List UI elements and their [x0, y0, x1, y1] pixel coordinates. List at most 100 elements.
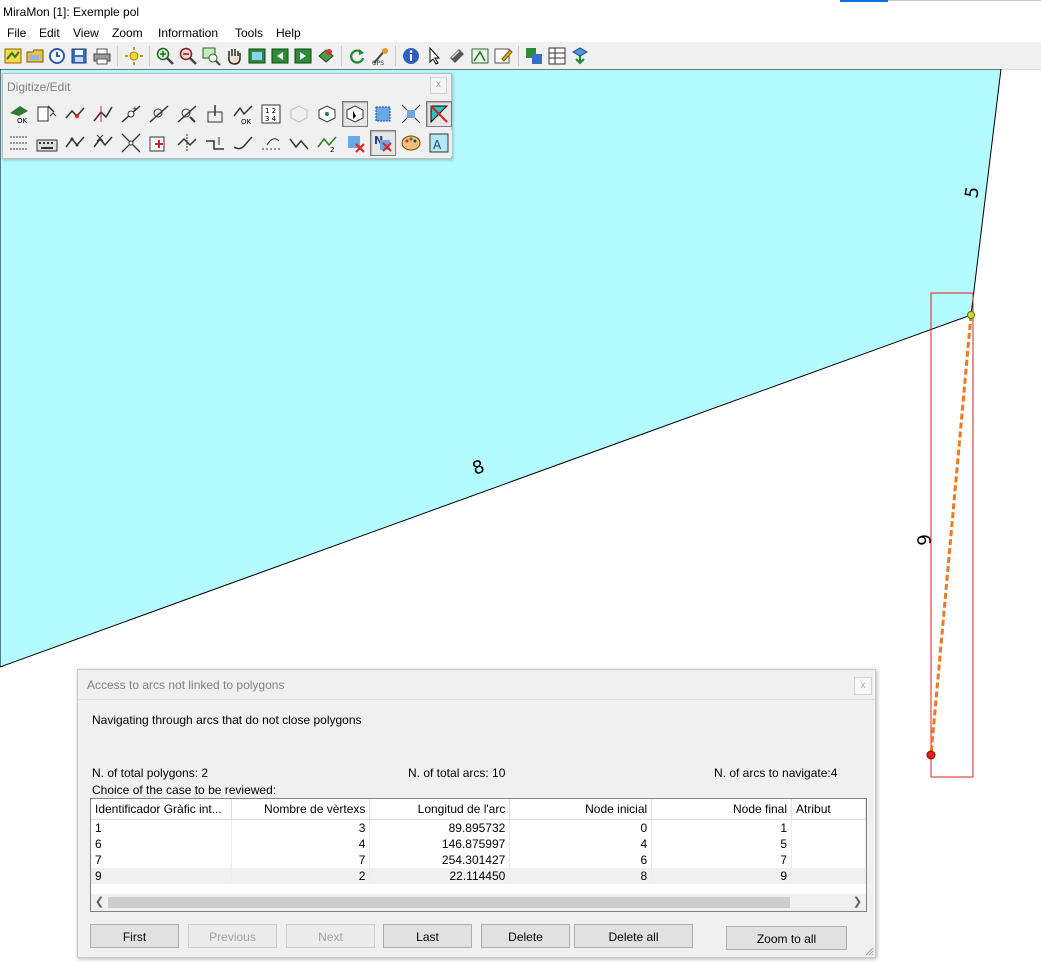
add-polygon-icon[interactable]	[146, 130, 172, 156]
move-node-icon[interactable]	[146, 101, 172, 127]
coordinates-icon[interactable]: GPS	[370, 46, 390, 66]
add-arc-icon[interactable]	[62, 101, 88, 127]
menu-edit[interactable]: Edit	[39, 26, 60, 40]
column-header-vertices[interactable]: Nombre de vèrtexs	[231, 799, 371, 820]
table-row-selected[interactable]: 9 2 22.114450 8 9	[91, 868, 866, 884]
select-arc-icon[interactable]	[34, 101, 60, 127]
table-row[interactable]: 1 3 89.895732 0 1	[91, 819, 866, 836]
menu-zoom[interactable]: Zoom	[112, 26, 143, 40]
arc-start-node[interactable]	[967, 311, 975, 319]
save-icon[interactable]	[69, 46, 89, 66]
smooth-arc-icon[interactable]	[62, 130, 88, 156]
scroll-left-arrow-icon[interactable]: ❮	[92, 895, 107, 910]
measure-icon[interactable]	[447, 46, 467, 66]
menu-file[interactable]: File	[7, 26, 26, 40]
palette-color-icon[interactable]	[398, 130, 424, 156]
column-header-end-node[interactable]: Node final	[651, 799, 793, 820]
total-arcs-label: N. of total arcs: 10	[408, 766, 506, 780]
zoom-window-icon[interactable]	[201, 46, 221, 66]
close-polygon-ok-icon[interactable]: OK	[6, 101, 32, 127]
menu-tools[interactable]: Tools	[235, 26, 263, 40]
finish-arc-ok-icon[interactable]: OK	[230, 101, 256, 127]
polygon-select-icon[interactable]	[342, 101, 368, 127]
selected-arc[interactable]	[929, 314, 973, 756]
cell-end-node: 1	[651, 819, 793, 836]
polygon-3d-icon[interactable]	[314, 101, 340, 127]
number-order-icon[interactable]: 1 23 4	[258, 101, 284, 127]
move-arc-icon[interactable]	[174, 130, 200, 156]
arcs-table[interactable]: Identificador Gràfic int... Nombre de vè…	[90, 798, 867, 912]
download-icon[interactable]	[570, 46, 590, 66]
cell-id: 6	[91, 836, 233, 852]
layers-icon[interactable]	[316, 46, 336, 66]
previous-view-icon[interactable]	[270, 46, 290, 66]
delete-all-button[interactable]: Delete all	[574, 924, 693, 948]
join-arcs-icon[interactable]	[202, 130, 228, 156]
open-file-icon[interactable]	[25, 46, 45, 66]
cell-attribute	[791, 868, 866, 884]
first-button[interactable]: First	[90, 924, 179, 948]
menu-view[interactable]: View	[73, 26, 99, 40]
zoom-to-all-button[interactable]: Zoom to all	[726, 926, 847, 950]
keyboard-coordinates-icon[interactable]	[34, 130, 60, 156]
sun-icon[interactable]	[124, 46, 144, 66]
split-arc-icon[interactable]	[118, 130, 144, 156]
column-header-attribute[interactable]: Atribut	[791, 799, 866, 820]
edit-layer-icon[interactable]	[470, 46, 490, 66]
previous-button[interactable]: Previous	[188, 924, 277, 948]
scroll-right-arrow-icon[interactable]: ❯	[850, 895, 865, 910]
history-icon[interactable]	[47, 46, 67, 66]
cell-id: 7	[91, 852, 233, 868]
snap-node-icon[interactable]	[174, 101, 200, 127]
delete-vertex-icon[interactable]	[90, 130, 116, 156]
expand-selection-icon[interactable]	[398, 101, 424, 127]
draw-icon[interactable]	[493, 46, 513, 66]
generalize-arc-icon[interactable]	[286, 130, 312, 156]
pointer-icon[interactable]	[424, 46, 444, 66]
digitize-edit-palette[interactable]: Digitize/Edit x OK + OK 1 23 4 2 N A	[2, 73, 452, 159]
svg-text:3 4: 3 4	[265, 115, 277, 123]
topology-icon[interactable]	[426, 101, 452, 127]
insert-node-icon[interactable]: +	[118, 101, 144, 127]
window-title: MiraMon [1]: Exemple pol	[3, 5, 140, 19]
delete-button[interactable]: Delete	[481, 924, 570, 948]
column-header-length[interactable]: Longitud de l'arc	[369, 799, 511, 820]
menu-information[interactable]: Information	[158, 26, 218, 40]
label-icon[interactable]: A	[426, 130, 452, 156]
arcs-dialog[interactable]: Access to arcs not linked to polygons x …	[77, 669, 876, 958]
export-icon[interactable]	[524, 46, 544, 66]
last-button[interactable]: Last	[383, 924, 472, 948]
table-row[interactable]: 6 4 146.875997 4 5	[91, 836, 866, 852]
palette-close-button[interactable]: x	[430, 77, 447, 94]
table-icon[interactable]	[547, 46, 567, 66]
resize-grip-icon[interactable]	[864, 946, 874, 956]
column-header-id[interactable]: Identificador Gràfic int...	[91, 799, 233, 820]
arc-end-node[interactable]	[926, 750, 936, 760]
table-row[interactable]: 7 7 254.301427 6 7	[91, 852, 866, 868]
refresh-icon[interactable]	[347, 46, 367, 66]
print-icon[interactable]	[92, 46, 112, 66]
edit-vertex-icon[interactable]	[90, 101, 116, 127]
info-icon[interactable]	[401, 46, 421, 66]
new-map-icon[interactable]	[3, 46, 23, 66]
reverse-arc-icon[interactable]: 2	[314, 130, 340, 156]
zoom-out-icon[interactable]	[178, 46, 198, 66]
zoom-in-icon[interactable]	[155, 46, 175, 66]
toolbar-separator	[395, 46, 396, 66]
column-header-start-node[interactable]: Node inicial	[509, 799, 653, 820]
list-vertices-icon[interactable]	[6, 130, 32, 156]
scroll-thumb[interactable]	[108, 897, 790, 908]
next-view-icon[interactable]	[293, 46, 313, 66]
pan-hand-icon[interactable]	[224, 46, 244, 66]
horizontal-scrollbar[interactable]: ❮ ❯	[91, 894, 866, 911]
menu-help[interactable]: Help	[276, 26, 301, 40]
curve-arc-icon[interactable]	[230, 130, 256, 156]
delete-node-icon[interactable]: N	[370, 130, 396, 156]
dialog-close-button[interactable]: x	[854, 677, 872, 695]
view-all-icon[interactable]	[247, 46, 267, 66]
next-button[interactable]: Next	[286, 924, 375, 948]
delete-feature-icon[interactable]	[342, 130, 368, 156]
zoom-selection-icon[interactable]	[370, 101, 396, 127]
vertical-node-icon[interactable]	[202, 101, 228, 127]
dotted-arc-icon[interactable]	[258, 130, 284, 156]
